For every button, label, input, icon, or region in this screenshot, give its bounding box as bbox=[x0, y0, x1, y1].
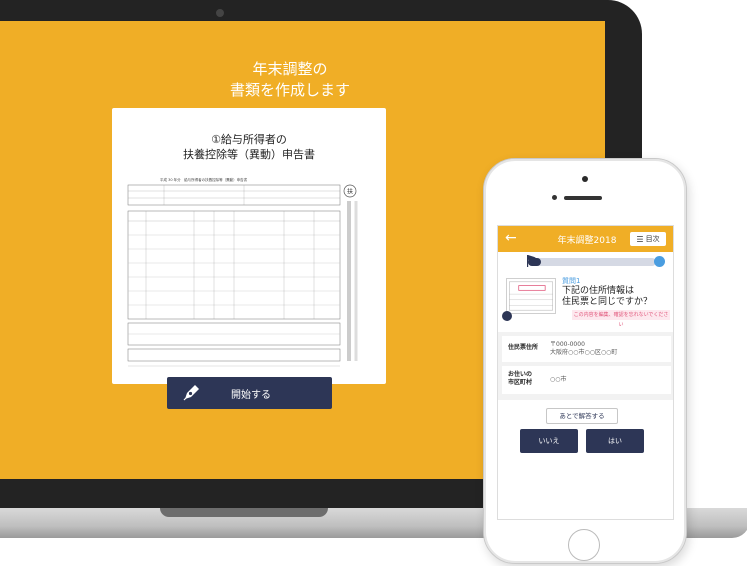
document-preview-card: ①給与所得者の 扶養控除等（異動）申告書 平成 30 年分 給与所得者の扶養控除… bbox=[112, 108, 386, 384]
table-of-contents-button[interactable]: ☰ 目次 bbox=[630, 232, 666, 246]
municipality-row-value: ○○市 bbox=[550, 376, 567, 383]
form-title: 平成 30 年分 給与所得者の扶養控除等（異動）申告書 bbox=[160, 177, 248, 182]
question-label: 質問1 bbox=[562, 277, 581, 285]
menu-button-label: 目次 bbox=[645, 235, 660, 243]
phone-sensor bbox=[552, 195, 557, 200]
list-icon: ☰ bbox=[636, 234, 644, 244]
municipality-row-key: お住いの 市区町村 bbox=[508, 371, 533, 386]
phone-speaker bbox=[564, 196, 602, 200]
home-button[interactable] bbox=[568, 529, 600, 561]
progress-bar bbox=[528, 258, 656, 266]
phone-camera bbox=[582, 176, 588, 182]
tax-form-thumbnail: 平成 30 年分 給与所得者の扶養控除等（異動）申告書 扶 bbox=[127, 177, 358, 367]
start-button[interactable]: 開始する bbox=[167, 377, 332, 409]
laptop-opening-notch bbox=[160, 508, 328, 517]
document-heading: ①給与所得者の 扶養控除等（異動）申告書 bbox=[183, 133, 315, 161]
address-row: 住民票住所 〒000-0000 大阪府○○市○○区○○町 bbox=[502, 336, 671, 362]
flag-icon bbox=[527, 255, 536, 267]
form-thumbnail[interactable] bbox=[506, 278, 556, 314]
goal-icon bbox=[654, 256, 665, 267]
screen-title: 年末調整の 書類を作成します bbox=[229, 60, 350, 99]
form-stamp: 扶 bbox=[347, 188, 353, 196]
pen-icon bbox=[183, 385, 199, 401]
yes-button[interactable]: はい bbox=[586, 429, 644, 453]
app-bar: ← 年末調整2018 ☰ 目次 bbox=[498, 226, 673, 252]
smartphone: ← 年末調整2018 ☰ 目次 質問1 下記の住所情報は 住民票と同じですか？ … bbox=[483, 158, 687, 564]
question-note: この内容を編集、確認を忘れないでください bbox=[572, 310, 670, 328]
municipality-row: お住いの 市区町村 ○○市 bbox=[502, 366, 671, 394]
question-text: 下記の住所情報は 住民票と同じですか？ bbox=[562, 286, 653, 307]
laptop-camera bbox=[216, 9, 224, 17]
address-row-value: 〒000-0000 大阪府○○市○○区○○町 bbox=[550, 341, 618, 356]
address-info-section: 住民票住所 〒000-0000 大阪府○○市○○区○○町 お住いの 市区町村 ○… bbox=[498, 332, 673, 400]
zoom-icon[interactable] bbox=[502, 311, 512, 321]
start-button-label: 開始する bbox=[231, 389, 271, 401]
phone-screen: ← 年末調整2018 ☰ 目次 質問1 下記の住所情報は 住民票と同じですか？ … bbox=[497, 225, 674, 520]
back-arrow-icon[interactable]: ← bbox=[505, 230, 517, 246]
address-row-key: 住民票住所 bbox=[508, 344, 539, 351]
no-button[interactable]: いいえ bbox=[520, 429, 578, 453]
app-title: 年末調整2018 bbox=[557, 236, 617, 246]
answer-later-button[interactable]: あとで解答する bbox=[546, 408, 618, 424]
